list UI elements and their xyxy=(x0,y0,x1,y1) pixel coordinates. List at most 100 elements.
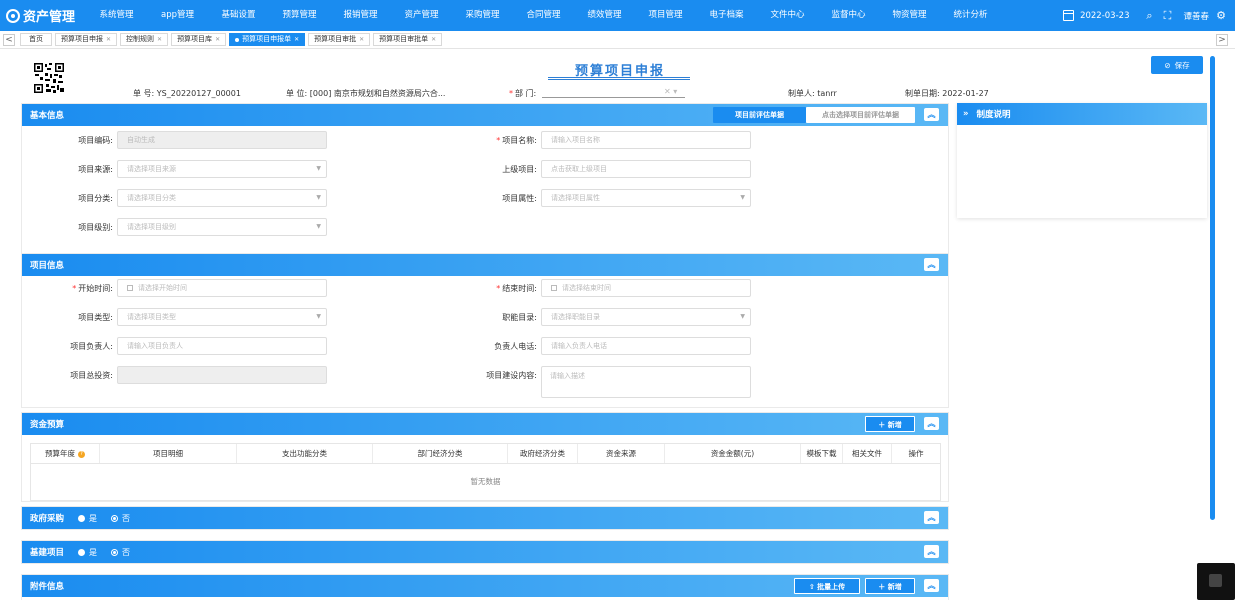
section-title: 附件信息 xyxy=(30,582,65,592)
tabs-prev-button[interactable]: < xyxy=(3,34,15,46)
close-icon[interactable]: ✕ xyxy=(431,34,436,45)
unit-value: [000] 南京市规划和自然资源局六合... xyxy=(309,89,446,98)
field-project-level: 项目级别: 请选择项目级别 ▼ xyxy=(22,218,327,236)
pre-assessment-button[interactable]: 项目前评估单据 xyxy=(713,107,806,123)
menu-performance[interactable]: 绩效管理 xyxy=(574,0,635,31)
menu-assets[interactable]: 资产管理 xyxy=(391,0,452,31)
project-owner-input[interactable]: 请输入项目负责人 xyxy=(117,337,327,355)
menu-contract[interactable]: 合同管理 xyxy=(513,0,574,31)
field-project-code: 项目编码: 自动生成 xyxy=(22,131,327,149)
duty-catalog-select[interactable]: 请选择职能目录 ▼ xyxy=(541,308,751,326)
collapse-icon[interactable]: ︽ xyxy=(924,258,939,271)
scrollbar[interactable] xyxy=(1210,56,1215,520)
add-attachment-button[interactable]: ＋ 新增 xyxy=(865,578,915,594)
menu-purchase[interactable]: 采购管理 xyxy=(452,0,513,31)
tab-budget-library[interactable]: 预算项目库 ✕ xyxy=(171,33,227,46)
tab-budget-declare[interactable]: 预算项目申报 ✕ xyxy=(55,33,118,46)
clear-icon[interactable]: ✕ ▾ xyxy=(664,87,677,96)
infrastructure-no-radio[interactable]: 否 xyxy=(111,547,130,558)
floating-widget[interactable] xyxy=(1197,563,1235,600)
select-pre-assessment-button[interactable]: 点击选择项目前评估单据 xyxy=(806,107,915,123)
user-name[interactable]: 谭善春 xyxy=(1183,10,1209,22)
dept-select[interactable] xyxy=(542,97,685,98)
gear-icon[interactable]: ⚙ xyxy=(1215,9,1227,22)
logo-icon xyxy=(6,8,20,23)
infrastructure-section: 基建项目 是 否 ︽ xyxy=(21,540,949,564)
menu-app[interactable]: app管理 xyxy=(147,0,208,31)
tab-budget-approval-form[interactable]: 预算项目审批单 ✕ xyxy=(373,33,443,46)
tab-control-rules[interactable]: 控制规则 ✕ xyxy=(120,33,169,46)
search-icon[interactable]: ⌕ xyxy=(1143,9,1155,23)
menu-statistics[interactable]: 统计分析 xyxy=(940,0,1001,31)
menu-system[interactable]: 系统管理 xyxy=(86,0,147,31)
menu-supervision[interactable]: 监督中心 xyxy=(818,0,879,31)
empty-state: 暂无数据 xyxy=(470,477,501,486)
project-type-select[interactable]: 请选择项目类型 ▼ xyxy=(117,308,327,326)
doc-number-value: YS_20220127_00001 xyxy=(156,89,241,98)
close-icon[interactable]: ✕ xyxy=(106,34,111,45)
field-build-content: 项目建设内容: 请输入描述 xyxy=(446,366,751,398)
project-source-select[interactable]: 请选择项目来源 ▼ xyxy=(117,160,327,178)
close-icon[interactable]: ✕ xyxy=(294,34,299,45)
project-category-select[interactable]: 请选择项目分类 ▼ xyxy=(117,189,327,207)
active-dot-icon xyxy=(235,37,240,42)
plus-icon: ＋ xyxy=(878,421,888,429)
expand-icon[interactable]: » xyxy=(963,109,969,119)
tab-list: 首页 预算项目申报 ✕ 控制规则 ✕ 预算项目库 ✕ 预算项目申报单 ✕ 预算项目审批 ✕… xyxy=(17,33,443,46)
collapse-icon[interactable]: ︽ xyxy=(924,511,939,524)
project-name-input[interactable]: 请输入项目名称 xyxy=(541,131,751,149)
tab-label: 控制规则 xyxy=(126,35,155,43)
parent-project-input[interactable]: 点击获取上级项目 xyxy=(541,160,751,178)
radio-label: 是 xyxy=(89,547,98,557)
col-expense-function: 支出功能分类 xyxy=(237,444,373,463)
procurement-header: 政府采购 是 否 ︽ xyxy=(22,507,948,529)
menu-budget[interactable]: 预算管理 xyxy=(269,0,330,31)
project-attr-select[interactable]: 请选择项目属性 ▼ xyxy=(541,189,751,207)
procurement-yes-radio[interactable]: 是 xyxy=(78,513,97,524)
tab-home[interactable]: 首页 xyxy=(20,33,52,46)
maker-info: 制单人: tanrr xyxy=(788,88,837,99)
collapse-icon[interactable]: ︽ xyxy=(924,108,939,121)
owner-phone-input[interactable]: 请输入负责人电话 xyxy=(541,337,751,355)
close-icon[interactable]: ✕ xyxy=(215,34,220,45)
project-type-label: 项目类型: xyxy=(78,312,113,322)
tabs-next-button[interactable]: > xyxy=(1216,34,1228,46)
radio-icon xyxy=(78,514,86,522)
title-underline xyxy=(548,79,690,80)
calendar-icon xyxy=(551,285,557,291)
menu-files[interactable]: 文件中心 xyxy=(757,0,818,31)
tab-budget-approval[interactable]: 预算项目审批 ✕ xyxy=(308,33,371,46)
infrastructure-yes-radio[interactable]: 是 xyxy=(78,547,97,558)
build-content-label: 项目建设内容: xyxy=(486,371,537,380)
collapse-icon[interactable]: ︽ xyxy=(924,545,939,558)
end-time-picker[interactable]: 请选择结束时间 xyxy=(541,279,751,297)
build-content-textarea[interactable]: 请输入描述 xyxy=(541,366,751,398)
tab-budget-declare-form[interactable]: 预算项目申报单 ✕ xyxy=(229,33,306,46)
project-level-select[interactable]: 请选择项目级别 ▼ xyxy=(117,218,327,236)
close-icon[interactable]: ✕ xyxy=(359,34,364,45)
menu-project[interactable]: 项目管理 xyxy=(635,0,696,31)
fullscreen-icon[interactable]: ⛶ xyxy=(1161,9,1173,23)
add-budget-button[interactable]: ＋ 新增 xyxy=(865,416,915,432)
collapse-icon[interactable]: ︽ xyxy=(924,417,939,430)
make-date-label: 制单日期: xyxy=(905,89,940,98)
unit-info: 单 位: [000] 南京市规划和自然资源局六合... xyxy=(286,88,445,99)
menu-materials[interactable]: 物资管理 xyxy=(879,0,940,31)
menu-archive[interactable]: 电子档案 xyxy=(696,0,757,31)
tab-bar: < 首页 预算项目申报 ✕ 控制规则 ✕ 预算项目库 ✕ 预算项目申报单 ✕ 预算项目审… xyxy=(0,31,1235,49)
help-icon[interactable]: ? xyxy=(78,450,85,458)
menu-reimburse[interactable]: 报销管理 xyxy=(330,0,391,31)
menu-basic-settings[interactable]: 基础设置 xyxy=(208,0,269,31)
attachment-header: 附件信息 ⇧ 批量上传 ＋ 新增 ︽ xyxy=(22,575,948,597)
batch-upload-button[interactable]: ⇧ 批量上传 xyxy=(794,578,860,594)
close-icon[interactable]: ✕ xyxy=(157,34,162,45)
project-info-header: 项目信息 ︽ xyxy=(22,254,948,276)
collapse-icon[interactable]: ︽ xyxy=(924,579,939,592)
app-logo[interactable]: 资产管理 xyxy=(0,0,86,31)
start-time-picker[interactable]: 请选择开始时间 xyxy=(117,279,327,297)
save-button[interactable]: ⊘ 保存 xyxy=(1151,56,1203,74)
procurement-no-radio[interactable]: 否 xyxy=(111,513,130,524)
col-fund-amount: 资金金额(元) xyxy=(665,444,801,463)
main-menu: 系统管理 app管理 基础设置 预算管理 报销管理 资产管理 采购管理 合同管理… xyxy=(86,0,1001,31)
project-code-input: 自动生成 xyxy=(117,131,327,149)
